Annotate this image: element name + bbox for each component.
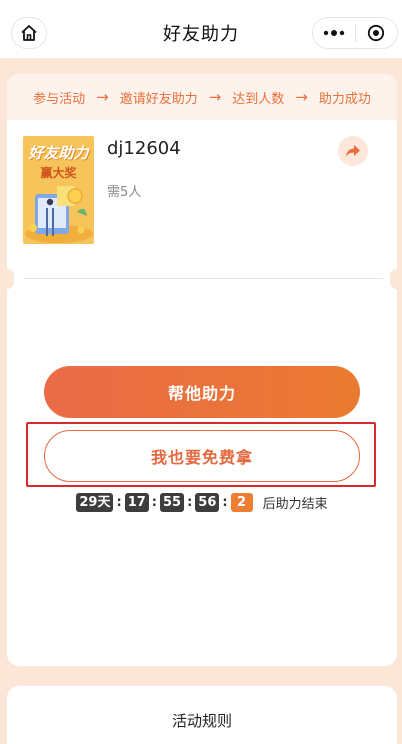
countdown-hours: 17	[124, 493, 149, 512]
card-notch-right	[390, 269, 402, 289]
rules-title: 活动规则	[171, 712, 232, 730]
step-arrow-icon: →	[208, 88, 222, 106]
section-divider	[23, 278, 383, 279]
assist-card: 参与活动 → 邀请好友助力 → 达到人数 → 助力成功 好友助力 赢大奖 dj1…	[0, 74, 402, 666]
share-button[interactable]	[338, 136, 368, 166]
help-assist-button[interactable]: 帮他助力	[44, 366, 360, 418]
card-notch-left	[0, 269, 14, 289]
inviter-username: dj12604	[107, 138, 181, 159]
close-button[interactable]	[356, 24, 397, 42]
countdown-colon: :	[116, 495, 122, 510]
step-invite: 邀请好友助力	[119, 91, 198, 107]
countdown-colon: :	[151, 495, 157, 510]
step-reach: 达到人数	[232, 91, 285, 107]
get-free-button[interactable]: 我也要免费拿	[44, 430, 360, 482]
countdown-minutes: 55	[159, 493, 185, 512]
more-button[interactable]	[313, 29, 355, 37]
countdown-days: 29天	[76, 493, 114, 512]
countdown-seconds: 56	[195, 493, 220, 512]
countdown-timer: 29天 : 17 : 55 : 56 : 2 后助力结束	[7, 493, 397, 512]
required-count: 需5人	[107, 185, 142, 200]
step-arrow-icon: →	[96, 88, 109, 106]
countdown-colon: :	[187, 495, 193, 510]
mini-program-capsule	[312, 17, 398, 49]
poster-illustration	[25, 186, 93, 243]
navigation-bar: 好友助力	[0, 0, 402, 58]
countdown-suffix: 后助力结束	[262, 497, 328, 512]
rules-card: 活动规则	[7, 686, 397, 744]
more-dots-icon	[323, 30, 345, 36]
share-arrow-icon	[346, 145, 360, 157]
activity-steps: 参与活动 → 邀请好友助力 → 达到人数 → 助力成功	[7, 74, 397, 120]
countdown-tenths: 2	[230, 493, 253, 512]
countdown-colon: :	[222, 495, 228, 510]
target-close-icon	[368, 24, 385, 42]
step-success: 助力成功	[318, 91, 371, 107]
step-arrow-icon: →	[295, 88, 308, 106]
activity-poster: 好友助力 赢大奖	[23, 136, 94, 244]
step-join: 参与活动	[33, 91, 86, 107]
